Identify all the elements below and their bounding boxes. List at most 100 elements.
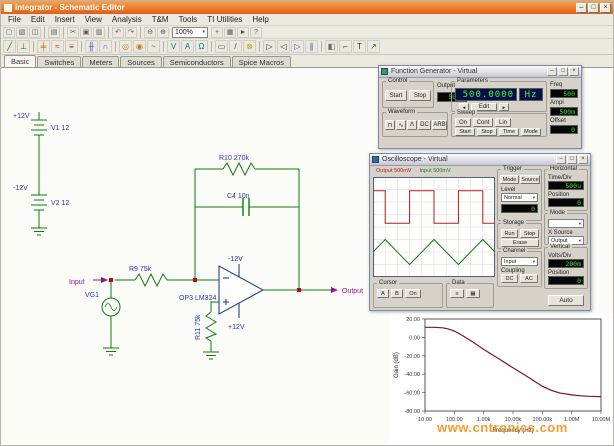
- grid-icon[interactable]: ▦: [224, 27, 236, 38]
- ground-icon[interactable]: ⊥: [17, 40, 30, 53]
- lamp-icon[interactable]: ⊗: [243, 40, 256, 53]
- cut-icon[interactable]: ✂: [67, 27, 79, 38]
- erase-button[interactable]: Erase: [501, 239, 539, 247]
- cursor-b-button[interactable]: B: [391, 289, 403, 298]
- battery-v1[interactable]: [31, 112, 47, 190]
- ohmmeter-icon[interactable]: Ω: [195, 40, 208, 53]
- pan-icon[interactable]: +: [211, 27, 223, 38]
- ammeter-icon[interactable]: A: [181, 40, 194, 53]
- cursor-a-button[interactable]: A: [377, 289, 389, 298]
- resistor-r11[interactable]: [203, 302, 219, 359]
- save-icon[interactable]: ◫: [29, 27, 41, 38]
- start-button[interactable]: Start: [385, 90, 407, 101]
- maximize-button[interactable]: □: [567, 155, 577, 164]
- potentiometer-icon[interactable]: ≡: [65, 40, 78, 53]
- stop-button[interactable]: Stop: [520, 229, 539, 238]
- tab-semiconductors[interactable]: Semiconductors: [163, 56, 231, 67]
- open-folder-icon[interactable]: ▧: [16, 27, 28, 38]
- redo-icon[interactable]: ↷: [125, 27, 137, 38]
- arrow-tool-icon[interactable]: ↗: [367, 40, 380, 53]
- menu-analysis[interactable]: Analysis: [107, 14, 147, 26]
- help-icon[interactable]: ?: [250, 27, 262, 38]
- switch-icon[interactable]: /: [229, 40, 242, 53]
- increment-button[interactable]: ►: [499, 103, 509, 111]
- print-icon[interactable]: ▤: [48, 27, 60, 38]
- battery-v2[interactable]: [31, 190, 47, 235]
- minimize-button[interactable]: –: [556, 155, 566, 164]
- square-wave-button[interactable]: ⊓: [385, 120, 395, 130]
- battery-icon[interactable]: ╪: [37, 40, 50, 53]
- title-bar[interactable]: integrator - Schematic Editor – □ ×: [1, 1, 613, 14]
- coupling-ac-button[interactable]: AC: [520, 274, 538, 283]
- jumper-icon[interactable]: ⌐: [339, 40, 352, 53]
- trigger-mode-button[interactable]: Mode: [500, 175, 519, 184]
- arb-button[interactable]: ARB: [432, 120, 447, 130]
- transformer-icon[interactable]: ∥: [305, 40, 318, 53]
- data-list-button[interactable]: ≡: [450, 289, 464, 298]
- function-generator-titlebar[interactable]: Function Generator - Virtual – □ ×: [379, 66, 581, 78]
- menu-t-m[interactable]: T&M: [147, 14, 174, 26]
- menu-insert[interactable]: Insert: [50, 14, 80, 26]
- tab-spice-macros[interactable]: Spice Macros: [232, 56, 291, 67]
- zoom-out-icon[interactable]: ⊖: [144, 27, 156, 38]
- triangle-wave-button[interactable]: Λ: [407, 120, 417, 130]
- minimize-button[interactable]: –: [576, 3, 587, 13]
- close-button[interactable]: ×: [569, 67, 579, 76]
- close-button[interactable]: ×: [600, 3, 611, 13]
- relay-icon[interactable]: ◧: [325, 40, 338, 53]
- undo-icon[interactable]: ↶: [112, 27, 124, 38]
- menu-help[interactable]: Help: [247, 14, 273, 26]
- sweep-cont-button[interactable]: Cont: [473, 118, 493, 127]
- run-button[interactable]: Run: [501, 229, 518, 238]
- copy-icon[interactable]: ▣: [80, 27, 92, 38]
- zoom-select[interactable]: 100% ▾: [172, 27, 208, 38]
- sweep-stop-button[interactable]: Stop: [477, 128, 497, 136]
- dc-button[interactable]: DC: [418, 120, 431, 130]
- tab-meters[interactable]: Meters: [82, 56, 119, 67]
- channel-select[interactable]: Input▾: [501, 257, 538, 266]
- diode-icon[interactable]: ▷: [263, 40, 276, 53]
- generator-vg1[interactable]: [102, 280, 120, 355]
- auto-button[interactable]: Auto: [548, 295, 584, 306]
- sweep-mode-button[interactable]: Mode: [521, 128, 541, 136]
- opamp-op3[interactable]: [219, 264, 263, 318]
- stop-button[interactable]: Stop: [409, 90, 431, 101]
- capacitor-c4[interactable]: [195, 169, 299, 290]
- selection-arrow-icon[interactable]: ►: [237, 27, 249, 38]
- menu-file[interactable]: File: [3, 14, 26, 26]
- maximize-button[interactable]: □: [588, 3, 599, 13]
- menu-tools[interactable]: Tools: [174, 14, 203, 26]
- node-feedback[interactable]: [193, 278, 197, 282]
- node-input[interactable]: [109, 278, 113, 282]
- inductor-icon[interactable]: ∩: [99, 40, 112, 53]
- sweep-lin-button[interactable]: Lin: [495, 118, 511, 127]
- resistor-icon[interactable]: ≈: [51, 40, 64, 53]
- close-button[interactable]: ×: [578, 155, 588, 164]
- tab-switches[interactable]: Switches: [37, 56, 81, 67]
- tab-sources[interactable]: Sources: [120, 56, 162, 67]
- trigger-mode-select[interactable]: Normal▾: [501, 193, 538, 202]
- wire-icon[interactable]: ╱: [3, 40, 16, 53]
- voltmeter-icon[interactable]: V: [167, 40, 180, 53]
- oscilloscope-titlebar[interactable]: Oscilloscope - Virtual – □ ×: [370, 154, 590, 166]
- maximize-button[interactable]: □: [558, 67, 568, 76]
- cursor-on-button[interactable]: On: [405, 289, 421, 298]
- text-tool-icon[interactable]: T: [353, 40, 366, 53]
- menu-edit[interactable]: Edit: [26, 14, 50, 26]
- current-source-icon[interactable]: ◉: [133, 40, 146, 53]
- opamp-icon[interactable]: ▷: [291, 40, 304, 53]
- menu-ti-utilities[interactable]: TI Utilities: [202, 14, 247, 26]
- sweep-on-button[interactable]: On: [455, 118, 471, 127]
- voltage-source-icon[interactable]: ◎: [119, 40, 132, 53]
- new-file-icon[interactable]: ▢: [3, 27, 15, 38]
- minimize-button[interactable]: –: [547, 67, 557, 76]
- zoom-in-icon[interactable]: ⊕: [157, 27, 169, 38]
- trigger-source-button[interactable]: Source: [520, 175, 540, 184]
- capacitor-icon[interactable]: ╫: [85, 40, 98, 53]
- sine-wave-button[interactable]: ∿: [396, 120, 406, 130]
- signal-generator-icon[interactable]: ~: [147, 40, 160, 53]
- data-export-button[interactable]: ▦: [466, 289, 480, 298]
- tab-basic[interactable]: Basic: [4, 55, 36, 67]
- mode-select[interactable]: ▾: [548, 219, 584, 228]
- node-output[interactable]: [297, 288, 301, 292]
